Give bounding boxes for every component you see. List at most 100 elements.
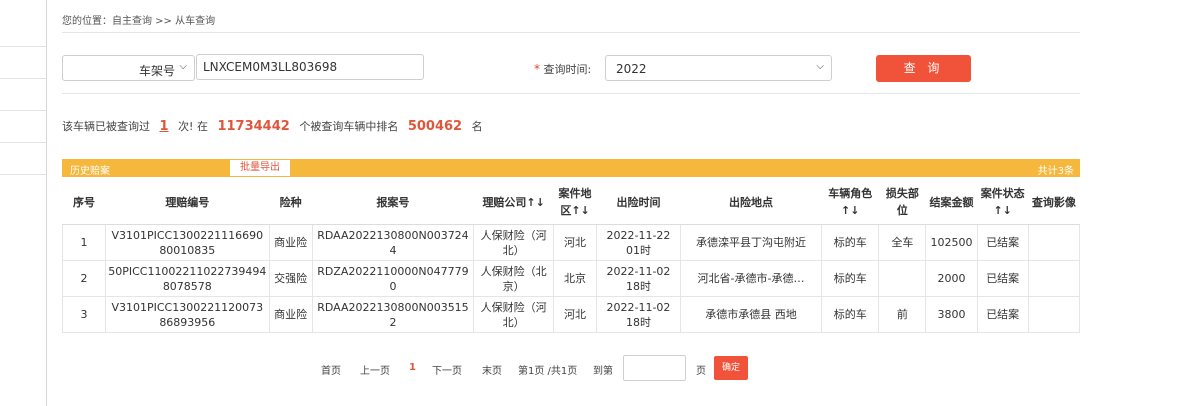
cell-case-status: 已结案 bbox=[976, 296, 1029, 333]
cell-view-images[interactable] bbox=[1027, 260, 1081, 297]
rank-value: 500462 bbox=[407, 119, 463, 134]
sidebar-item[interactable] bbox=[0, 111, 46, 143]
cell-index: 1 bbox=[62, 224, 106, 261]
batch-export-button[interactable]: 批量导出 bbox=[230, 160, 290, 176]
cell-report-number: RDZA2022110000N0477790 bbox=[311, 260, 475, 297]
cell-insurance-type: 商业险 bbox=[268, 296, 313, 333]
cell-vehicle-role: 标的车 bbox=[821, 296, 880, 333]
header-view-images: 查询影像 bbox=[1028, 180, 1080, 225]
cell-insurance-type: 商业险 bbox=[268, 224, 313, 261]
vin-input[interactable]: LNXCEM0M3LL803698 bbox=[196, 54, 424, 80]
sidebar-item[interactable] bbox=[0, 79, 46, 111]
cell-vehicle-role: 标的车 bbox=[821, 260, 880, 297]
table-row: 3 V3101PICC130022112007386893956 商业险 RDA… bbox=[62, 296, 1081, 333]
current-page: 1 bbox=[409, 362, 416, 373]
claims-table: 序号 理赔编号 险种 报案号 理赔公司↑↓ 案件地区↑↓ 出险时间 出险地点 车… bbox=[62, 180, 1081, 333]
table-title-bar: 历史赔案 批量导出 共计3条 bbox=[62, 159, 1080, 177]
cell-damage-part: 前 bbox=[878, 296, 927, 333]
header-report-number: 报案号 bbox=[312, 180, 474, 225]
cell-insurance-type: 交强险 bbox=[268, 260, 313, 297]
cell-view-images[interactable] bbox=[1027, 224, 1081, 261]
query-time-label-text: 查询时间: bbox=[543, 63, 592, 76]
cell-region: 河北 bbox=[553, 224, 598, 261]
table-header-row: 序号 理赔编号 险种 报案号 理赔公司↑↓ 案件地区↑↓ 出险时间 出险地点 车… bbox=[62, 180, 1080, 225]
next-page-link[interactable]: 下一页 bbox=[432, 362, 462, 377]
sidebar bbox=[0, 0, 47, 406]
first-page-link[interactable]: 首页 bbox=[321, 362, 341, 377]
cell-accident-location: 河北省-承德市-承德… bbox=[679, 260, 823, 297]
page-unit-label: 页 bbox=[696, 366, 706, 377]
sidebar-item[interactable] bbox=[0, 143, 46, 175]
cell-claim-number: 50PICC110022110227394948078578 bbox=[104, 260, 270, 297]
page-number-input[interactable] bbox=[623, 355, 686, 381]
header-index: 序号 bbox=[62, 180, 106, 225]
breadcrumb: 您的位置：自主查询 >> 从车查询 bbox=[62, 16, 216, 27]
header-case-status[interactable]: 案件状态↑↓ bbox=[977, 180, 1029, 225]
cell-damage-part: 全车 bbox=[878, 224, 927, 261]
header-vehicle-role[interactable]: 车辆角色↑↓ bbox=[821, 180, 879, 225]
stats-mid1: 次! 在 bbox=[178, 120, 208, 133]
chevron-down-icon: ⌵ bbox=[179, 61, 187, 72]
header-insurance-type: 险种 bbox=[269, 180, 313, 225]
query-stats: 该车辆已被查询过 1 次! 在 11734442 个被查询车辆中排名 50046… bbox=[62, 118, 483, 134]
cell-settled-amount: 102500 bbox=[925, 224, 978, 261]
record-total: 共计3条 bbox=[1037, 166, 1074, 177]
cell-region: 河北 bbox=[553, 296, 598, 333]
stats-mid2: 个被查询车辆中排名 bbox=[299, 120, 399, 133]
chevron-down-icon: ⌵ bbox=[816, 61, 824, 72]
cell-index: 3 bbox=[62, 296, 106, 333]
cell-settled-amount: 2000 bbox=[925, 260, 978, 297]
page-info: 第1页 /共1页 bbox=[518, 366, 578, 377]
required-mark: * bbox=[534, 62, 540, 76]
field-type-select[interactable]: 车架号 ⌵ bbox=[62, 55, 195, 81]
cell-case-status: 已结案 bbox=[976, 224, 1029, 261]
goto-confirm-button[interactable]: 确定 bbox=[714, 356, 748, 380]
query-count[interactable]: 1 bbox=[160, 119, 169, 134]
cell-claim-number: V3101PICC130022111669080010835 bbox=[104, 224, 270, 261]
cell-case-status: 已结案 bbox=[976, 260, 1029, 297]
cell-vehicle-role: 标的车 bbox=[821, 224, 880, 261]
cell-region: 北京 bbox=[553, 260, 598, 297]
cell-damage-part bbox=[878, 260, 927, 297]
header-claim-number: 理赔编号 bbox=[105, 180, 270, 225]
stats-suffix: 名 bbox=[471, 120, 483, 133]
cell-index: 2 bbox=[62, 260, 106, 297]
header-damage-part: 损失部位 bbox=[878, 180, 926, 225]
cell-accident-time: 2022-11-02 18时 bbox=[596, 296, 681, 333]
divider bbox=[62, 32, 1080, 33]
search-form: 车架号 ⌵ LNXCEM0M3LL803698 * 查询时间: 2022 ⌵ 查… bbox=[62, 54, 1080, 84]
header-accident-time: 出险时间 bbox=[596, 180, 681, 225]
field-type-value: 车架号 bbox=[139, 64, 176, 78]
cell-company: 人保财险（河北） bbox=[473, 296, 555, 333]
prev-page-link[interactable]: 上一页 bbox=[360, 362, 390, 377]
cell-accident-time: 2022-11-02 18时 bbox=[596, 260, 681, 297]
header-settled-amount: 结案金额 bbox=[925, 180, 978, 225]
total-vehicles: 11734442 bbox=[217, 119, 290, 134]
cell-report-number: RDAA2022130800N0035152 bbox=[311, 296, 475, 333]
query-button[interactable]: 查 询 bbox=[876, 55, 971, 82]
cell-accident-time: 2022-11-22 01时 bbox=[596, 224, 681, 261]
cell-report-number: RDAA2022130800N0037244 bbox=[311, 224, 475, 261]
header-accident-location: 出险地点 bbox=[680, 180, 822, 225]
year-select[interactable]: 2022 ⌵ bbox=[605, 55, 832, 81]
cell-accident-location: 承德市承德县 西地 bbox=[679, 296, 823, 333]
divider bbox=[62, 93, 1080, 94]
stats-prefix: 该车辆已被查询过 bbox=[62, 120, 150, 133]
goto-label: 到第 bbox=[593, 366, 613, 377]
cell-company: 人保财险（北京） bbox=[473, 260, 555, 297]
cell-accident-location: 承德滦平县丁沟屯附近 bbox=[679, 224, 823, 261]
header-region[interactable]: 案件地区↑↓ bbox=[553, 180, 597, 225]
sidebar-item[interactable] bbox=[0, 47, 46, 79]
main-panel: 您的位置：自主查询 >> 从车查询 车架号 ⌵ LNXCEM0M3LL80369… bbox=[62, 0, 1081, 406]
year-value: 2022 bbox=[616, 62, 647, 76]
cell-settled-amount: 3800 bbox=[925, 296, 978, 333]
cell-claim-number: V3101PICC130022112007386893956 bbox=[104, 296, 270, 333]
table-row: 1 V3101PICC130022111669080010835 商业险 RDA… bbox=[62, 224, 1081, 261]
cell-view-images[interactable] bbox=[1027, 296, 1081, 333]
sidebar-header bbox=[0, 0, 46, 47]
table-title: 历史赔案 bbox=[70, 166, 110, 177]
header-company[interactable]: 理赔公司↑↓ bbox=[473, 180, 554, 225]
cell-company: 人保财险（河北） bbox=[473, 224, 555, 261]
table-row: 2 50PICC110022110227394948078578 交强险 RDZ… bbox=[62, 260, 1081, 297]
last-page-link[interactable]: 末页 bbox=[482, 362, 502, 377]
